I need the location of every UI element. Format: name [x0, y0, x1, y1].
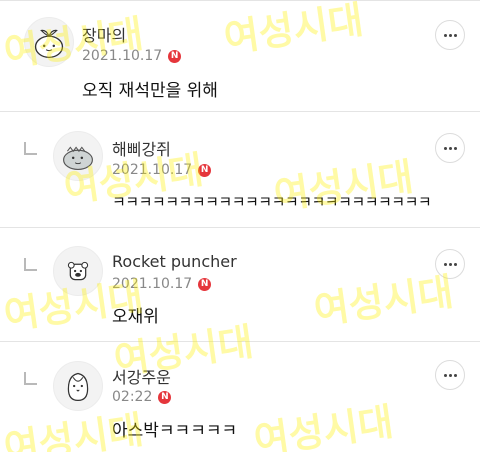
comment-item: 해삐강쥐 2021.10.17 N ㅋㅋㅋㅋㅋㅋㅋㅋㅋㅋㅋㅋㅋㅋㅋㅋㅋㅋㅋㅋㅋㅋ…	[0, 112, 480, 228]
avatar[interactable]	[53, 246, 103, 296]
comment-date: 2021.10.17	[112, 276, 193, 292]
more-dot-icon	[443, 373, 447, 377]
bear-character-icon	[67, 261, 89, 281]
more-dot-icon	[448, 373, 452, 377]
more-options-button[interactable]	[435, 20, 465, 50]
more-dot-icon	[448, 262, 452, 266]
comment-item: 장마의 2021.10.17 N 오직 재석만을 위해	[0, 0, 480, 112]
new-badge: N	[198, 163, 212, 177]
comment-text: ㅋㅋㅋㅋㅋㅋㅋㅋㅋㅋㅋㅋㅋㅋㅋㅋㅋㅋㅋㅋㅋㅋㅋㅋ	[112, 193, 432, 211]
comment-author[interactable]: 해삐강쥐	[112, 136, 171, 160]
reply-arrow-icon	[24, 142, 37, 155]
more-dot-icon	[453, 33, 457, 37]
comment-author[interactable]: 서강주운	[112, 364, 171, 388]
comment-date: 2021.10.17	[112, 162, 193, 178]
avatar[interactable]	[24, 17, 74, 67]
comment-list: 장마의 2021.10.17 N 오직 재석만을 위해 해삐강쥐 2021.10…	[0, 0, 480, 452]
comment-meta: 02:22 N	[112, 389, 172, 405]
more-options-button[interactable]	[435, 133, 465, 163]
penguin-character-icon	[67, 372, 89, 402]
comment-date: 2021.10.17	[82, 48, 163, 64]
sprout-character-icon	[34, 29, 64, 59]
comment-author[interactable]: 장마의	[82, 22, 126, 46]
comment-text: 아스박ㅋㅋㅋㅋㅋ	[112, 421, 238, 441]
more-options-button[interactable]	[435, 360, 465, 390]
comment-text: 오재위	[112, 307, 159, 327]
avatar[interactable]	[53, 131, 103, 181]
comment-meta: 2021.10.17 N	[82, 48, 182, 64]
comment-item: 서강주운 02:22 N 아스박ㅋㅋㅋㅋㅋ	[0, 342, 480, 452]
more-dot-icon	[453, 373, 457, 377]
more-dot-icon	[443, 33, 447, 37]
avatar[interactable]	[53, 361, 103, 411]
comment-item: Rocket puncher 2021.10.17 N 오재위	[0, 228, 480, 342]
more-dot-icon	[453, 146, 457, 150]
more-dot-icon	[448, 33, 452, 37]
more-dot-icon	[448, 146, 452, 150]
reply-arrow-icon	[24, 372, 37, 385]
comment-meta: 2021.10.17 N	[112, 162, 212, 178]
more-options-button[interactable]	[435, 249, 465, 279]
new-badge: N	[158, 390, 172, 404]
more-dot-icon	[443, 146, 447, 150]
new-badge: N	[168, 49, 182, 63]
new-badge: N	[198, 277, 212, 291]
dinosaur-character-icon	[63, 146, 93, 171]
more-dot-icon	[453, 262, 457, 266]
comment-date: 02:22	[112, 389, 153, 405]
comment-text: 오직 재석만을 위해	[82, 81, 218, 101]
more-dot-icon	[443, 262, 447, 266]
reply-arrow-icon	[24, 258, 37, 271]
comment-meta: 2021.10.17 N	[112, 276, 212, 292]
comment-author[interactable]: Rocket puncher	[112, 252, 237, 271]
